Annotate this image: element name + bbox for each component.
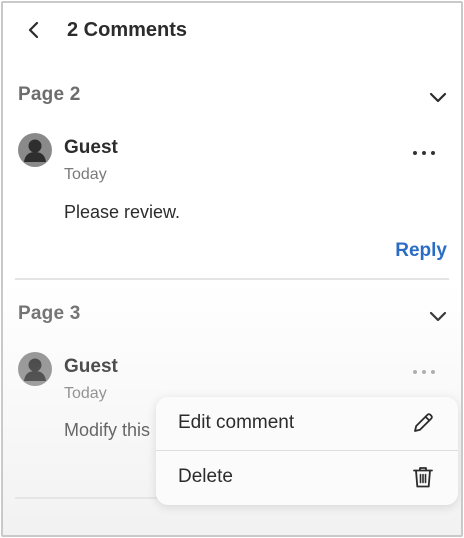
page-label: Page 3 xyxy=(18,303,81,324)
delete-menu-item[interactable]: Delete xyxy=(156,451,458,505)
chevron-down-icon[interactable] xyxy=(427,86,449,108)
more-dot xyxy=(413,151,417,155)
comment-author: Guest xyxy=(64,137,118,158)
reply-button[interactable]: Reply xyxy=(395,240,447,262)
comment-author: Guest xyxy=(64,356,118,377)
avatar xyxy=(18,352,52,386)
more-dot xyxy=(431,151,435,155)
edit-comment-menu-item[interactable]: Edit comment xyxy=(156,397,458,451)
menu-item-label: Delete xyxy=(178,466,233,487)
comments-panel: 2 Comments Page 2 Guest Today Please rev… xyxy=(1,1,463,537)
more-dot xyxy=(422,151,426,155)
back-button[interactable] xyxy=(21,17,47,43)
comment-time: Today xyxy=(64,166,107,183)
user-icon xyxy=(24,139,46,162)
comment-time: Today xyxy=(64,385,107,402)
chevron-down-icon[interactable] xyxy=(427,305,449,327)
section-header-page-2[interactable]: Page 2 xyxy=(3,76,461,116)
trash-icon xyxy=(413,467,433,488)
more-dot xyxy=(431,370,435,374)
more-options-button[interactable] xyxy=(409,362,439,382)
page-label: Page 2 xyxy=(18,84,81,105)
comment-text: Modify this xyxy=(64,420,151,440)
divider xyxy=(15,278,449,280)
section-header-page-3[interactable]: Page 3 xyxy=(3,295,461,335)
user-icon xyxy=(24,358,46,381)
comment-context-menu: Edit comment Delete xyxy=(156,397,458,505)
more-options-button[interactable] xyxy=(409,143,439,163)
chevron-left-icon xyxy=(28,21,39,39)
more-dot xyxy=(422,370,426,374)
header: 2 Comments xyxy=(3,3,461,59)
menu-item-label: Edit comment xyxy=(178,412,295,433)
avatar xyxy=(18,133,52,167)
page-title: 2 Comments xyxy=(67,19,188,41)
pencil-icon xyxy=(414,413,433,432)
more-dot xyxy=(413,370,417,374)
comment-text: Please review. xyxy=(64,202,181,222)
